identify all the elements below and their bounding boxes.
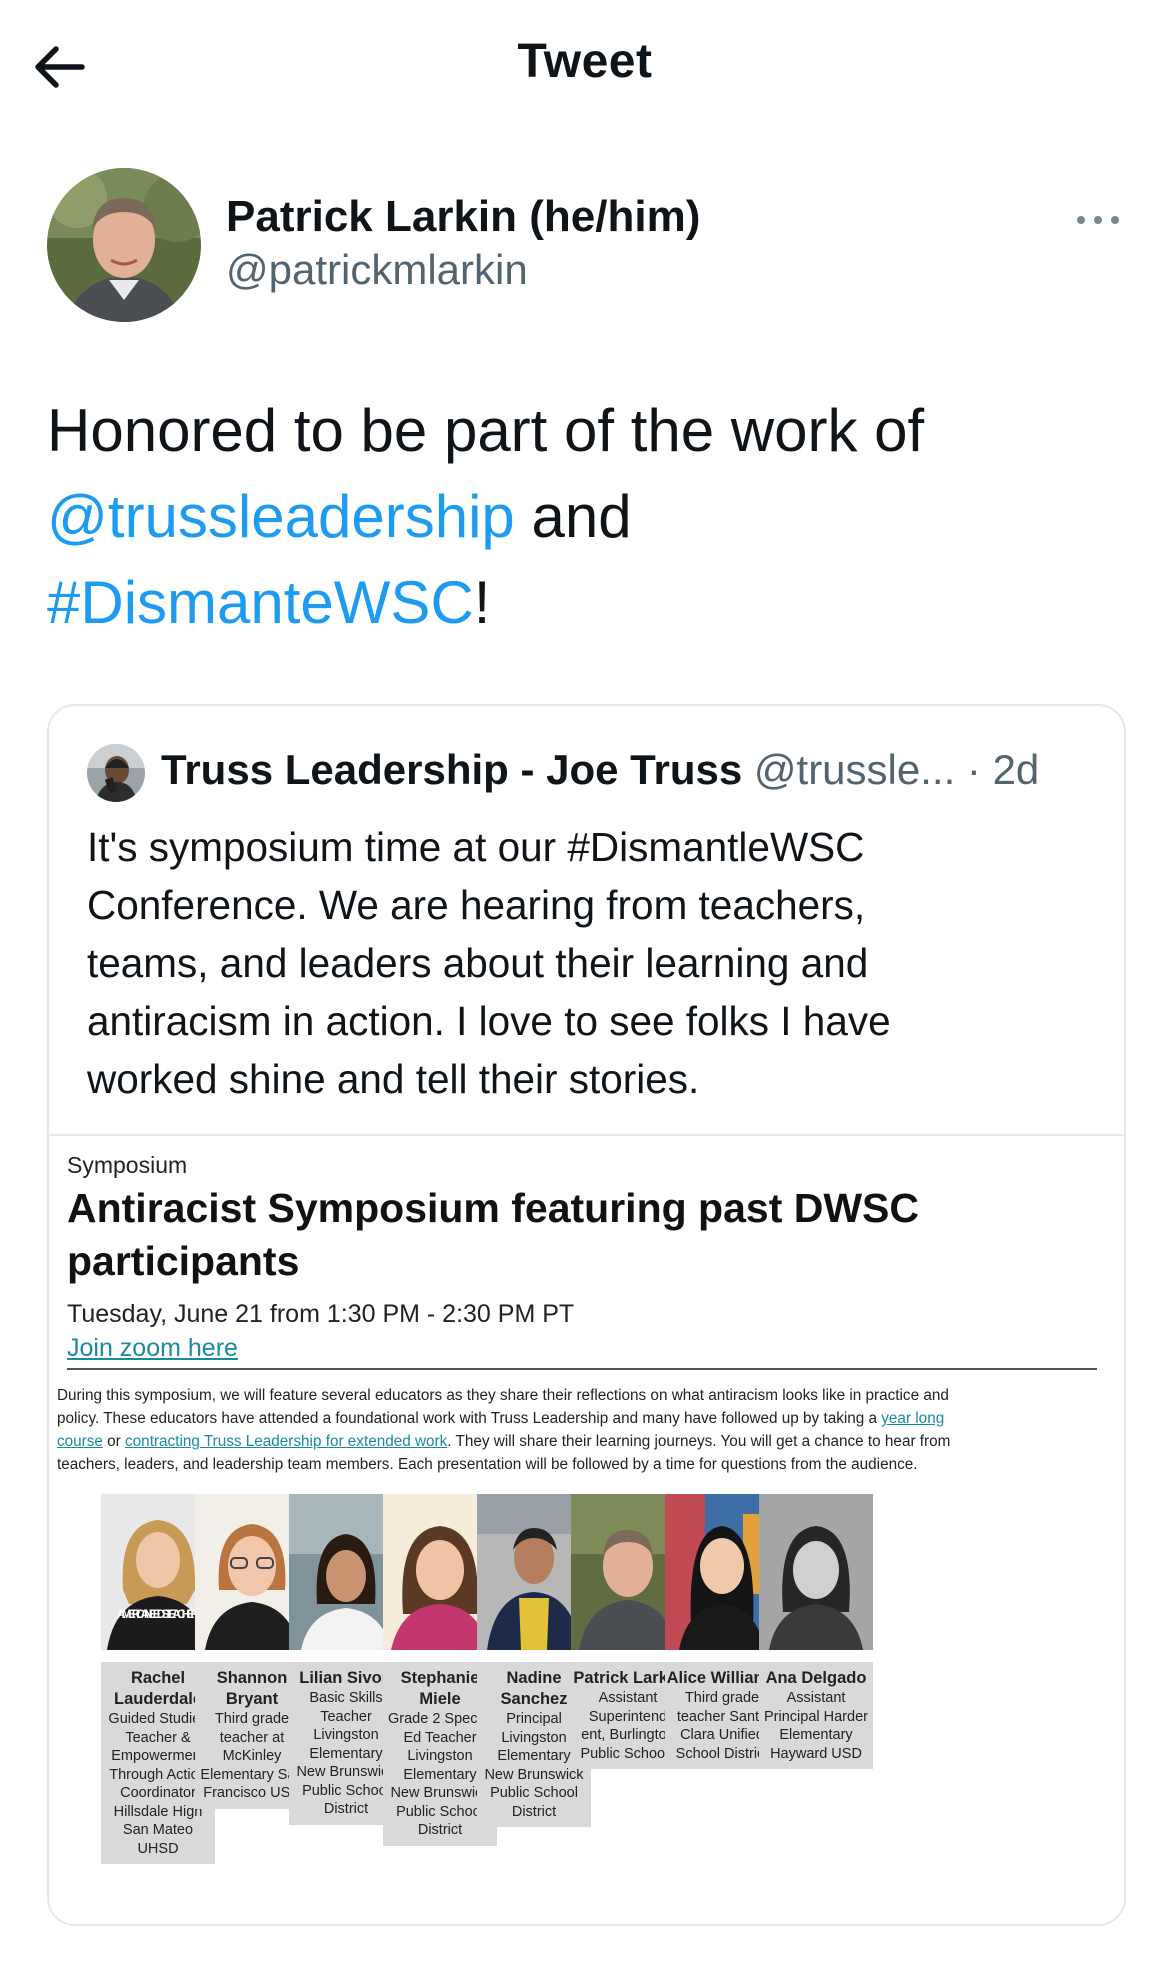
hashtag-link[interactable]: #DismanteWSC (47, 569, 474, 636)
page-title: Tweet (517, 35, 653, 88)
person-card: Ana Delgado Assistant Principal Harder E… (759, 1662, 873, 1769)
mention-link[interactable]: @trussleadership (47, 483, 515, 550)
quote-line: teams, and leaders about their learning … (87, 940, 869, 986)
flyer-para-text: policy. These educators have attended a … (57, 1410, 882, 1427)
more-options-icon (1077, 216, 1119, 224)
quote-tweet-card[interactable]: Truss Leadership - Joe Truss @trussle...… (47, 704, 1126, 1926)
tweet-line-3-text: ! (473, 569, 491, 636)
tweet-line-2-text: and (514, 483, 632, 550)
quote-header: Truss Leadership - Joe Truss @trussle...… (161, 746, 1039, 794)
tweet-line-2: @trussleadership and (47, 474, 1127, 560)
quote-separator: · (955, 746, 993, 793)
flyer-kicker: Symposium (67, 1152, 188, 1178)
shirt-text: AMERICA NEEDS TEACHER (117, 1607, 199, 1621)
flyer-link-year-long: year long (881, 1410, 945, 1427)
quote-line: antiracism in action. I love to see folk… (87, 998, 891, 1044)
person-role: Assistant Principal Harder Elementary Ha… (764, 1690, 868, 1762)
tweet-line-1: Honored to be part of the work of (47, 397, 925, 464)
flyer-link-course: course (57, 1433, 103, 1450)
flyer-title: Antiracist Symposium featuring past DWSC… (67, 1185, 920, 1284)
flyer-para-line: teachers, leaders, and leadership team m… (57, 1456, 918, 1473)
top-bar: Tweet (0, 0, 1170, 135)
flyer-para-line: policy. These educators have attended a … (57, 1407, 1107, 1430)
flyer-para-text: . They will share their learning journey… (447, 1433, 951, 1450)
quote-author-handle[interactable]: @trussle... (754, 746, 955, 793)
more-options-button[interactable] (1073, 208, 1123, 232)
quote-text: It's symposium time at our #DismantleWSC… (87, 818, 1087, 1108)
flyer-para-text: or (102, 1433, 126, 1450)
flyer-divider (67, 1368, 1097, 1370)
flyer-description: During this symposium, we will feature s… (57, 1384, 1107, 1476)
quote-timestamp[interactable]: 2d (993, 746, 1040, 793)
flyer-para-line: course or contracting Truss Leadership f… (57, 1430, 1107, 1453)
person-name: Ana Delgado (765, 1669, 867, 1687)
flyer-zoom-link: Join zoom here (67, 1334, 238, 1362)
author-name[interactable]: Patrick Larkin (he/him) (226, 192, 700, 242)
avatar[interactable] (47, 168, 201, 322)
quote-author-name[interactable]: Truss Leadership - Joe Truss (161, 746, 742, 793)
tweet-line-3: #DismanteWSC! (47, 560, 1127, 646)
quote-line: Conference. We are hearing from teachers… (87, 882, 866, 928)
flyer-date: Tuesday, June 21 from 1:30 PM - 2:30 PM … (67, 1300, 575, 1328)
quote-line: It's symposium time at our #DismantleWSC (87, 824, 865, 870)
person-photo-ana (759, 1494, 873, 1650)
flyer-para-line: During this symposium, we will feature s… (57, 1387, 949, 1404)
quote-avatar[interactable] (87, 744, 145, 802)
quote-line: worked shine and tell their stories. (87, 1056, 700, 1102)
flyer-link-contracting: contracting Truss Leadership for extende… (125, 1433, 448, 1450)
tweet-text: Honored to be part of the work of @truss… (47, 388, 1127, 646)
author-handle[interactable]: @patrickmlarkin (226, 246, 528, 294)
attached-image[interactable]: Symposium Antiracist Symposium featuring… (49, 1134, 1124, 1924)
